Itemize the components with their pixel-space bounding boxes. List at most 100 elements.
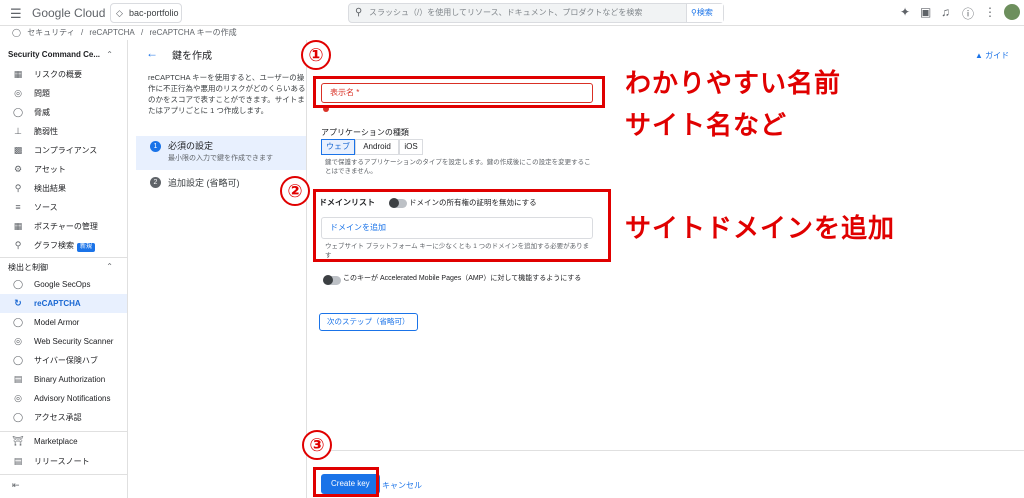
- sidebar-item-access-approval[interactable]: ◯ アクセス承認: [0, 408, 127, 427]
- google-cloud-logo[interactable]: Google Cloud: [32, 6, 105, 20]
- sidebar-item-google-secops[interactable]: ◯ Google SecOps: [0, 275, 127, 294]
- breadcrumb-separator: /: [80, 28, 84, 37]
- sidebar: Security Command Ce... ⌃ ▦ リスクの概要 ◎ 問題 ◯ 脅威…: [0, 40, 128, 498]
- sidebar-item-label: リリースノート: [34, 457, 90, 466]
- sidebar-item-sources[interactable]: ≡ ソース: [0, 198, 127, 217]
- sidebar-item-compliance[interactable]: ▩ コンプライアンス: [0, 141, 127, 160]
- collapse-sidebar-icon[interactable]: ⇤: [12, 480, 20, 491]
- sidebar-item-assets[interactable]: ⚙ アセット: [0, 160, 127, 179]
- new-badge: 新規: [77, 243, 96, 252]
- guide-label: ガイド: [985, 51, 1010, 60]
- sidebar-item-label: アセット: [34, 165, 66, 174]
- next-step-button[interactable]: 次のステップ（省略可）: [319, 313, 418, 331]
- search-icon: ⚲: [355, 7, 363, 18]
- sidebar-item-label: Advisory Notifications: [34, 394, 111, 403]
- app-type-web[interactable]: ウェブ: [321, 139, 355, 155]
- divider: [0, 257, 127, 258]
- vulnerability-icon: ⊥: [14, 126, 22, 136]
- marketplace-icon: ⛩: [12, 436, 24, 446]
- project-name: bac-portfolio: [129, 8, 179, 18]
- help-icon[interactable]: ⓘ: [962, 5, 974, 22]
- sidebar-item-binary-authorization[interactable]: ▤ Binary Authorization: [0, 370, 127, 389]
- sidebar-item-model-armor[interactable]: ◯ Model Armor: [0, 313, 127, 332]
- step-title: 追加設定 (省略可): [168, 178, 240, 188]
- sidebar-item-label: reCAPTCHA: [34, 299, 81, 308]
- sidebar-item-cyber-insurance[interactable]: ◯ サイバー保険ハブ: [0, 351, 127, 370]
- sidebar-item-label: コンプライアンス: [34, 146, 98, 155]
- sidebar-item-label: Model Armor: [34, 318, 80, 327]
- gemini-icon[interactable]: ✦: [900, 5, 910, 19]
- sidebar-item-marketplace[interactable]: ⛩ Marketplace: [0, 432, 127, 451]
- shield-icon: ◯: [12, 28, 21, 37]
- release-notes-icon: ▤: [13, 456, 23, 466]
- app-type-ios[interactable]: iOS: [399, 139, 423, 155]
- sidebar-item-label: グラフ検索: [34, 241, 74, 250]
- chevron-up-icon[interactable]: ⌃: [106, 50, 113, 59]
- search-button-label: 検索: [696, 8, 713, 17]
- sidebar-item-label: サイバー保険ハブ: [34, 356, 98, 365]
- back-arrow-icon[interactable]: ←: [146, 46, 158, 60]
- sidebar-item-risk-overview[interactable]: ▦ リスクの概要: [0, 65, 127, 84]
- graph-icon: ⚲: [14, 240, 22, 250]
- annotation-text-1: わかりやすい名前: [625, 68, 842, 98]
- step-number: 1: [150, 141, 161, 152]
- asset-icon: ⚙: [13, 164, 23, 174]
- sidebar-section-title[interactable]: 検出と制御: [8, 262, 48, 273]
- search-input[interactable]: ⚲ スラッシュ（/）を使用してリソース、ドキュメント、プロダクトなどを検索: [348, 3, 724, 23]
- project-selector[interactable]: ◇ bac-portfolio: [110, 3, 182, 23]
- sidebar-item-label: ポスチャーの管理: [34, 222, 98, 231]
- page-description: reCAPTCHA キーを使用すると、ユーザーの操作に不正行為や悪用のリスクがど…: [148, 73, 306, 115]
- breadcrumb: ◯ セキュリティ / reCAPTCHA / reCAPTCHA キーの作成: [0, 26, 1024, 40]
- sidebar-item-issues[interactable]: ◎ 問題: [0, 84, 127, 103]
- scanner-icon: ◎: [14, 336, 22, 346]
- chart-icon: ▩: [13, 145, 23, 155]
- sidebar-item-recaptcha[interactable]: ↻ reCAPTCHA: [0, 294, 127, 313]
- secops-icon: ◯: [12, 279, 24, 289]
- annotation-text-3: サイトドメインを追加: [625, 213, 896, 243]
- source-icon: ≡: [15, 202, 21, 212]
- page-title: 鍵を作成: [172, 51, 212, 62]
- findings-icon: ⚲: [14, 183, 22, 193]
- more-options-icon[interactable]: ⋮: [984, 5, 996, 19]
- sidebar-item-vulnerabilities[interactable]: ⊥ 脆弱性: [0, 122, 127, 141]
- sidebar-item-posture[interactable]: ▦ ポスチャーの管理: [0, 217, 127, 236]
- sidebar-item-label: Marketplace: [34, 437, 78, 446]
- cloud-shell-icon[interactable]: ▣: [920, 5, 931, 19]
- divider: [0, 474, 127, 475]
- sidebar-item-web-security-scanner[interactable]: ◎ Web Security Scanner: [0, 332, 127, 351]
- sidebar-item-release-notes[interactable]: ▤ リリースノート: [0, 452, 127, 471]
- app-type-label: アプリケーションの種類: [321, 128, 409, 137]
- annotation-box-domain-list: [313, 189, 611, 262]
- avatar[interactable]: [1004, 4, 1020, 20]
- binary-icon: ▤: [13, 374, 23, 384]
- access-icon: ◯: [12, 412, 24, 422]
- sidebar-item-advisory-notifications[interactable]: ◎ Advisory Notifications: [0, 389, 127, 408]
- sidebar-item-label: 検出結果: [34, 184, 66, 193]
- sidebar-item-label: Binary Authorization: [34, 375, 106, 384]
- breadcrumb-security[interactable]: セキュリティ: [27, 28, 75, 37]
- notifications-icon[interactable]: ♫: [941, 5, 950, 19]
- step-required-settings[interactable]: 1 必須の設定 最小限の入力で鍵を作成できます: [136, 136, 306, 170]
- amp-toggle[interactable]: [323, 275, 341, 285]
- guide-link[interactable]: ▲ ガイド: [975, 50, 1009, 61]
- shield-icon: ◯: [12, 107, 24, 117]
- search-button[interactable]: ⚲検索: [686, 4, 723, 22]
- divider: [307, 450, 1024, 451]
- chevron-up-icon[interactable]: ⌃: [106, 262, 113, 271]
- app-type-android[interactable]: Android: [355, 139, 399, 155]
- school-icon: ▲: [975, 51, 983, 60]
- insurance-icon: ◯: [12, 355, 24, 365]
- annotation-text-2: サイト名など: [625, 110, 788, 140]
- sidebar-item-graph-search[interactable]: ⚲ グラフ検索 新規: [0, 236, 127, 255]
- cancel-button[interactable]: キャンセル: [382, 480, 422, 491]
- sidebar-section-title[interactable]: Security Command Ce...: [8, 50, 100, 59]
- breadcrumb-recaptcha[interactable]: reCAPTCHA: [89, 28, 134, 37]
- sidebar-item-findings[interactable]: ⚲ 検出結果: [0, 179, 127, 198]
- sidebar-item-label: Web Security Scanner: [34, 337, 114, 346]
- annotation-box-create-key: [313, 467, 379, 497]
- amp-label: このキーが Accelerated Mobile Pages（AMP）に対して機…: [343, 275, 582, 282]
- step-title: 必須の設定: [168, 141, 214, 151]
- annotation-box-display-name: [313, 76, 605, 108]
- sidebar-item-threats[interactable]: ◯ 脅威: [0, 103, 127, 122]
- menu-icon[interactable]: ☰: [10, 6, 22, 22]
